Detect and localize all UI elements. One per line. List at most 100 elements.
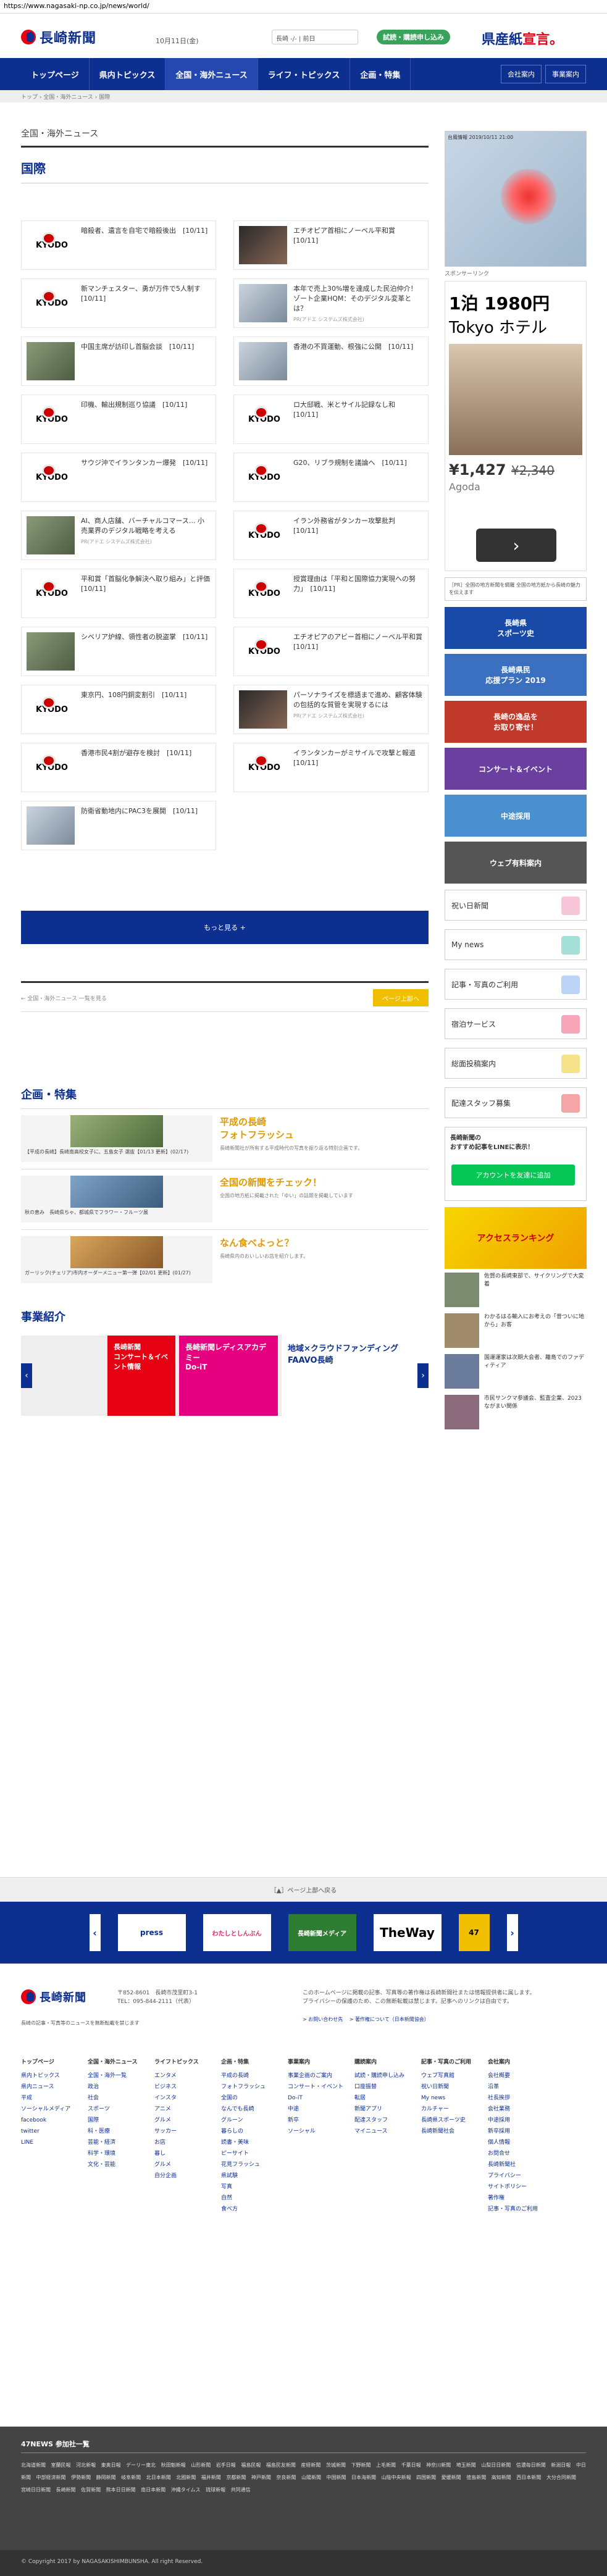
footer-link[interactable]: 中途採用	[488, 2115, 543, 2126]
article-title[interactable]: シベリア炉線、領性者の脱盗掌 [10/11]	[81, 632, 207, 642]
feature-image[interactable]: 秋の恵み 長崎県ちゃ、都城県でフラワー・フルーツ展	[21, 1176, 212, 1223]
article-card[interactable]: KYODO 新マンチェスター、勇が万件で5人制す [10/11]	[21, 278, 216, 328]
article-title[interactable]: 本年で売上30%増を達成した民泊仲介！ゾート企業HQM：そのデジタル変革とは？	[293, 284, 423, 314]
article-thumb[interactable]	[239, 226, 287, 264]
footer-link[interactable]: ビジネス	[154, 2081, 210, 2093]
footer-link[interactable]: エンタメ	[154, 2070, 210, 2081]
footer-column-heading[interactable]: 会社案内	[488, 2057, 543, 2068]
ad-next-icon[interactable]: ›	[476, 529, 556, 562]
footer-link[interactable]: 著作権	[488, 2193, 543, 2204]
article-thumb[interactable]: KYODO	[27, 574, 75, 613]
footer-link[interactable]: 新卒採用	[488, 2126, 543, 2137]
footer-link[interactable]: My news	[421, 2093, 477, 2104]
article-thumb[interactable]	[27, 516, 75, 554]
feature-image[interactable]: 【平成の長崎】長崎南高校女子に、五島女子 選抜【01/13 更新】(02/17)	[21, 1115, 212, 1162]
sidebar-banner[interactable]: 長崎県 スポーツ史	[445, 607, 587, 649]
footer-link[interactable]: facebook	[21, 2115, 77, 2126]
article-thumb[interactable]: KYODO	[27, 748, 75, 787]
footer-link[interactable]: 自分企画	[154, 2170, 210, 2181]
weather-widget[interactable]: 長崎 -/- | 前日	[272, 30, 358, 44]
article-title[interactable]: イラン外務省がタンカー攻撃批判 [10/11]	[293, 516, 423, 536]
partner-prev-button[interactable]: ‹	[89, 1914, 101, 1951]
footer-column-heading[interactable]: 事業案内	[288, 2057, 343, 2068]
footer-link[interactable]: 国際	[88, 2115, 143, 2126]
footer-link[interactable]: グルーン	[221, 2115, 277, 2126]
article-title[interactable]: 授賞理由は「平和と国際協力実現への努力」 [10/11]	[293, 574, 423, 594]
feature-heading[interactable]: 全国の新聞をチェック！	[220, 1176, 429, 1189]
footer-link[interactable]: ソーシャル	[288, 2126, 343, 2137]
footer-link[interactable]: お店	[154, 2137, 210, 2148]
service-link[interactable]: 記事・写真のご利用	[445, 969, 587, 1000]
article-card[interactable]: エチオピア首相にノーベル平和賞 [10/11]	[233, 220, 429, 270]
article-thumb[interactable]: KYODO	[27, 458, 75, 496]
article-thumb[interactable]: KYODO	[27, 226, 75, 264]
sidebar-banner[interactable]: 長崎県民 応援プラン 2019	[445, 654, 587, 696]
footer-link[interactable]: 新卒	[288, 2115, 343, 2126]
doit-banner[interactable]: 長崎新聞レディスアカデミー Do-iT	[179, 1336, 278, 1416]
footer-link[interactable]: 沿革	[488, 2081, 543, 2093]
footer-link[interactable]: コンサート・イベント	[288, 2081, 343, 2093]
article-title[interactable]: ロ大邸戦、米とサイル記録なし和 [10/11]	[293, 400, 423, 420]
article-card[interactable]: KYODO イラン外務省がタンカー攻撃批判 [10/11]	[233, 511, 429, 560]
footer-link[interactable]: なんでも長崎	[221, 2104, 277, 2115]
service-link[interactable]: 祝い日新聞	[445, 890, 587, 921]
service-link[interactable]: 配達スタッフ募集	[445, 1087, 587, 1118]
footer-link[interactable]: カルチャー	[421, 2104, 477, 2115]
partner-media[interactable]: 長崎新聞メディア	[288, 1914, 356, 1951]
nav-business-button[interactable]: 事業案内	[545, 65, 586, 83]
footer-link[interactable]: 全国の	[221, 2093, 277, 2104]
article-thumb[interactable]: KYODO	[239, 516, 287, 554]
article-thumb[interactable]: KYODO	[239, 748, 287, 787]
article-thumb[interactable]	[27, 342, 75, 380]
article-title[interactable]: 平和賞「首脳化争解決へ取り組み」と評価 [10/11]	[81, 574, 217, 594]
feature-heading[interactable]: なん食べよっと？	[220, 1236, 429, 1249]
article-thumb[interactable]	[239, 284, 287, 322]
footer-link[interactable]: twitter	[21, 2126, 77, 2137]
article-card[interactable]: パーソナライズを標語まで進め、顧客体験の包括的な質管を実現するには PR(アドエ …	[233, 685, 429, 734]
article-thumb[interactable]: KYODO	[239, 574, 287, 613]
n47-links[interactable]: 北海道新聞 室蘭民報 河北新報 東奥日報 デーリー東北 秋田魁新報 山形新聞 岩…	[21, 2459, 586, 2496]
article-card[interactable]: KYODO ロ大邸戦、米とサイル記録なし和 [10/11]	[233, 395, 429, 444]
footer-logo[interactable]: 長崎新聞	[21, 1989, 86, 2005]
article-thumb[interactable]	[27, 806, 75, 845]
pager-prev-link[interactable]: ← 全国・海外ニュース 一覧を見る	[21, 994, 107, 1002]
footer-link[interactable]: 社長挨拶	[488, 2093, 543, 2104]
feature-heading[interactable]: 平成の長崎 フォトフラッシュ	[220, 1115, 429, 1141]
footer-link[interactable]: 試読・購読申し込み	[354, 2070, 410, 2081]
footer-link[interactable]: ウェブ写真館	[421, 2070, 477, 2081]
article-title[interactable]: 印機、輸出規制巡り協議 [10/11]	[81, 400, 187, 410]
article-thumb[interactable]	[239, 342, 287, 380]
article-title[interactable]: 東京円、108円銅変割引 [10/11]	[81, 690, 186, 700]
article-title[interactable]: 中国主席が訪印し首脳会談 [10/11]	[81, 342, 194, 352]
article-card[interactable]: KYODO 東京円、108円銅変割引 [10/11]	[21, 685, 216, 734]
article-title[interactable]: イランタンカーがミサイルで攻撃と報道 [10/11]	[293, 748, 423, 768]
nav-top[interactable]: トップページ	[21, 58, 90, 90]
footer-link[interactable]: 県内トピックス	[21, 2070, 77, 2081]
footer-link[interactable]: フォトフラッシュ	[221, 2081, 277, 2093]
footer-link[interactable]: 科学・環境	[88, 2148, 143, 2159]
footer-link[interactable]: 新聞アプリ	[354, 2104, 410, 2115]
article-title[interactable]: パーソナライズを標語まで進め、顧客体験の包括的な質管を実現するには	[293, 690, 423, 710]
footer-link[interactable]: グルメ	[154, 2159, 210, 2170]
footer-link[interactable]: 長崎県スポーツ史	[421, 2115, 477, 2126]
article-thumb[interactable]: KYODO	[27, 690, 75, 729]
nav-local-topics[interactable]: 県内トピックス	[90, 58, 166, 90]
feature-item[interactable]: 【平成の長崎】長崎南高校女子に、五島女子 選抜【01/13 更新】(02/17)…	[21, 1108, 429, 1163]
partner-theway[interactable]: TheWay	[373, 1914, 442, 1951]
article-card[interactable]: KYODO 印機、輸出規制巡り協議 [10/11]	[21, 395, 216, 444]
footer-link[interactable]: 長崎新聞社会	[421, 2126, 477, 2137]
article-card[interactable]: 防衛省動地内にPAC3を展開 [10/11]	[21, 801, 216, 850]
article-card[interactable]: KYODO 授賞理由は「平和と国際協力実現への努力」 [10/11]	[233, 569, 429, 618]
footer-link[interactable]: 全国・海外一覧	[88, 2070, 143, 2081]
article-card[interactable]: KYODO 平和賞「首脳化争解決へ取り組み」と評価 [10/11]	[21, 569, 217, 618]
article-title[interactable]: 香港の不買運動、根強に公開 [10/11]	[293, 342, 413, 352]
sidebar-banner[interactable]: 長崎の逸品を お取り寄せ！	[445, 701, 587, 743]
article-card[interactable]: KYODO サウジ沖でイランタンカー爆発 [10/11]	[21, 453, 216, 502]
sidebar-banner[interactable]: 中途採用	[445, 795, 587, 837]
footer-link[interactable]: 会社業務	[488, 2104, 543, 2115]
footer-link[interactable]: 転居	[354, 2093, 410, 2104]
service-link[interactable]: 宿泊サービス	[445, 1008, 587, 1039]
trial-subscribe-button[interactable]: 試読・購読申し込み	[377, 30, 450, 44]
partner-47[interactable]: 47	[458, 1914, 490, 1951]
footer-link[interactable]: ピーサイト	[221, 2148, 277, 2159]
